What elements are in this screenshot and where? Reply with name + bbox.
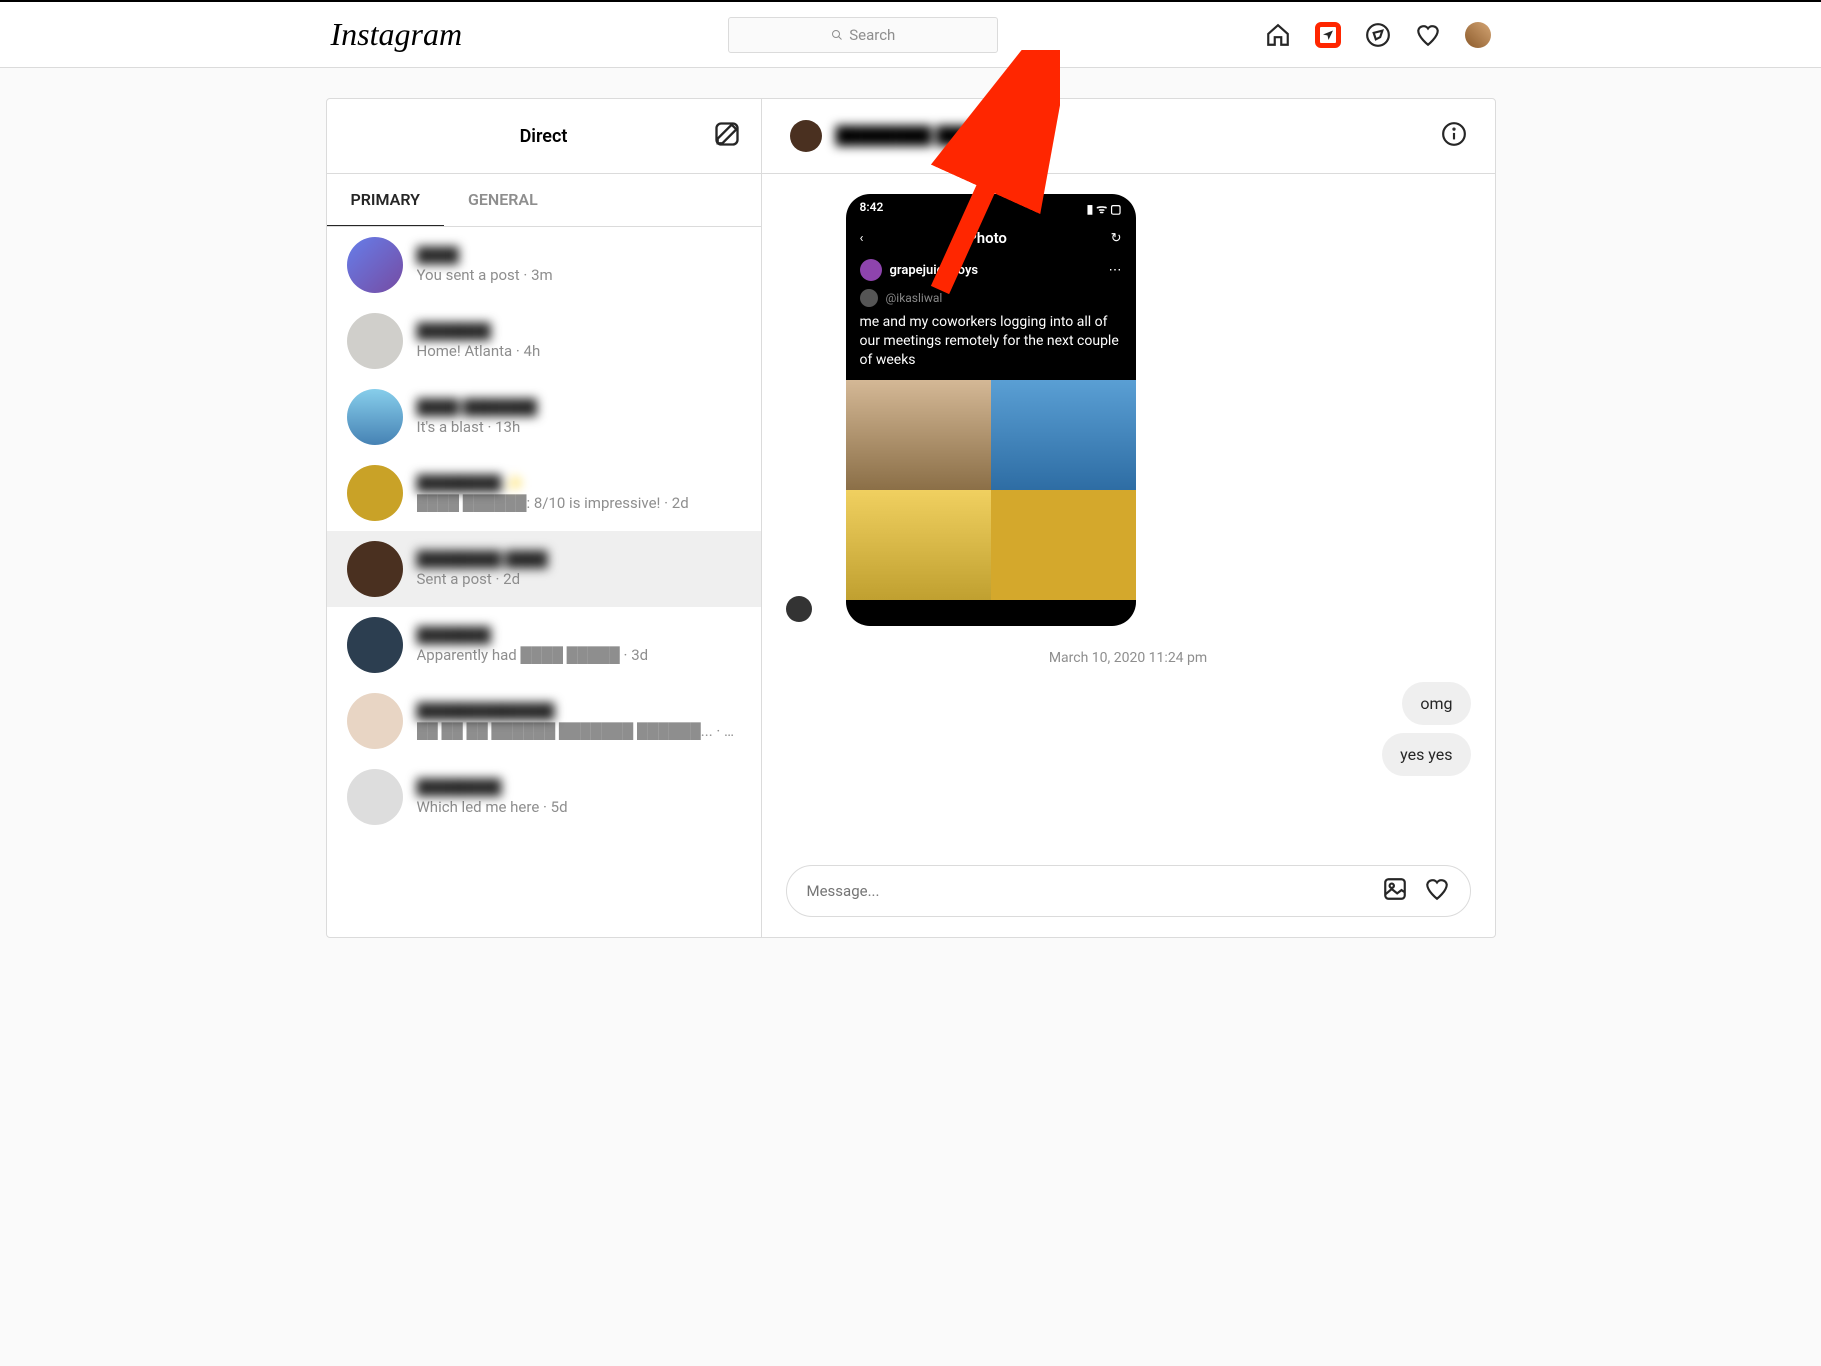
- conversation-preview: Which led me here · 5d: [417, 798, 741, 816]
- chat-messages-area[interactable]: 8:42 ▮ ᯤ ▢ ‹ Photo ↻ grapejuiceboys ⋯: [762, 174, 1495, 845]
- tweet-handle: @ikasliwal: [886, 291, 943, 305]
- tweet-text: me and my coworkers logging into all of …: [846, 309, 1136, 374]
- sidebar-header: Direct: [327, 99, 761, 174]
- post-nav: ‹ Photo ↻: [846, 223, 1136, 253]
- tab-primary[interactable]: PRIMARY: [327, 174, 444, 226]
- conversation-item[interactable]: ████ You sent a post · 3m: [327, 227, 761, 303]
- conversation-item[interactable]: ████ ███████ It's a blast · 13h: [327, 379, 761, 455]
- conversation-preview: ████ ██████: 8/10 is impressive! · 2d: [417, 494, 741, 512]
- conversation-preview: Apparently had ████ █████ · 3d: [417, 646, 741, 664]
- sent-message-bubble[interactable]: omg: [1402, 682, 1470, 725]
- message-timestamp: March 10, 2020 11:24 pm: [786, 650, 1471, 666]
- direct-messages-icon[interactable]: [1315, 22, 1341, 48]
- conversation-preview: It's a blast · 13h: [417, 418, 741, 436]
- activity-heart-icon[interactable]: [1415, 22, 1441, 48]
- shared-post-card[interactable]: 8:42 ▮ ᯤ ▢ ‹ Photo ↻ grapejuiceboys ⋯: [846, 194, 1136, 626]
- message-row: yes yes: [786, 733, 1471, 776]
- avatar: [347, 693, 403, 749]
- compose-new-message-button[interactable]: [713, 120, 741, 152]
- profile-avatar[interactable]: [1465, 22, 1491, 48]
- search-placeholder: Search: [849, 26, 895, 44]
- tweet-avatar: [860, 289, 878, 307]
- top-navigation-bar: Instagram Search: [0, 0, 1821, 68]
- main-direct-container: Direct PRIMARY GENERAL ████ You sent a p…: [326, 98, 1496, 938]
- instagram-logo[interactable]: Instagram: [331, 16, 463, 53]
- add-photo-icon[interactable]: [1382, 876, 1408, 906]
- conversation-name: ████████: [417, 778, 741, 796]
- conversations-sidebar: Direct PRIMARY GENERAL ████ You sent a p…: [327, 99, 762, 937]
- chat-header-name[interactable]: ████████ ████: [836, 126, 985, 146]
- home-icon[interactable]: [1265, 22, 1291, 48]
- message-input[interactable]: [807, 882, 1382, 900]
- conversation-preview: Sent a post · 2d: [417, 570, 741, 588]
- post-image-grid: [846, 380, 1136, 600]
- chat-header-avatar[interactable]: [790, 120, 822, 152]
- post-more-icon: ⋯: [1109, 263, 1122, 278]
- conversation-name: ████████ ████: [417, 550, 741, 568]
- conversation-preview: Home! Atlanta · 4h: [417, 342, 741, 360]
- search-icon: [831, 29, 843, 41]
- refresh-icon: ↻: [1111, 231, 1122, 246]
- post-account-name: grapejuiceboys: [890, 263, 979, 278]
- conversation-name: ████: [417, 246, 741, 264]
- search-input[interactable]: Search: [728, 17, 998, 53]
- conversation-preview: You sent a post · 3m: [417, 266, 741, 284]
- composer-box[interactable]: [786, 865, 1471, 917]
- chat-panel: ████████ ████ 8:42 ▮ ᯤ ▢ ‹ Photo ↻: [762, 99, 1495, 937]
- avatar: [347, 465, 403, 521]
- nav-icon-group: [1265, 22, 1491, 48]
- avatar: [347, 313, 403, 369]
- avatar: [347, 237, 403, 293]
- conversation-name: ████████ ✨: [417, 474, 741, 492]
- message-composer: [762, 845, 1495, 937]
- conversation-item[interactable]: ████████ ████ Sent a post · 2d: [327, 531, 761, 607]
- avatar: [347, 541, 403, 597]
- post-account-row: grapejuiceboys ⋯: [846, 253, 1136, 287]
- chat-header: ████████ ████: [762, 99, 1495, 174]
- sent-message-bubble[interactable]: yes yes: [1382, 733, 1470, 776]
- explore-icon[interactable]: [1365, 22, 1391, 48]
- like-heart-icon[interactable]: [1424, 876, 1450, 906]
- back-chevron-icon: ‹: [860, 231, 864, 246]
- post-account-avatar: [860, 259, 882, 281]
- signal-wifi-battery-icons: ▮ ᯤ ▢: [1087, 200, 1122, 217]
- conversation-item[interactable]: █████████████ ██ ██ ██ ██████ ███████ ██…: [327, 683, 761, 759]
- conversation-name: ███████: [417, 626, 741, 644]
- avatar: [347, 617, 403, 673]
- avatar: [347, 389, 403, 445]
- conversation-item[interactable]: ███████ Apparently had ████ █████ · 3d: [327, 607, 761, 683]
- conversation-item[interactable]: ████████ ✨ ████ ██████: 8/10 is impressi…: [327, 455, 761, 531]
- conversation-item[interactable]: ███████ Home! Atlanta · 4h: [327, 303, 761, 379]
- conversation-item[interactable]: ████████ Which led me here · 5d: [327, 759, 761, 835]
- message-row: omg: [786, 682, 1471, 725]
- conversation-info-button[interactable]: [1441, 121, 1467, 151]
- conversation-name: ████ ███████: [417, 398, 741, 416]
- direct-title: Direct: [520, 126, 568, 147]
- message-sender-avatar[interactable]: [786, 596, 812, 622]
- post-nav-title: Photo: [967, 229, 1007, 247]
- conversation-preview: ██ ██ ██ ██████ ███████ ██████... · 5d: [417, 722, 741, 740]
- conversation-tabs: PRIMARY GENERAL: [327, 174, 761, 227]
- avatar: [347, 769, 403, 825]
- conversation-list[interactable]: ████ You sent a post · 3m ███████ Home! …: [327, 227, 761, 937]
- phone-status-bar: 8:42 ▮ ᯤ ▢: [846, 194, 1136, 223]
- conversation-name: ███████: [417, 322, 741, 340]
- conversation-name: █████████████: [417, 702, 741, 720]
- tab-general[interactable]: GENERAL: [444, 174, 562, 226]
